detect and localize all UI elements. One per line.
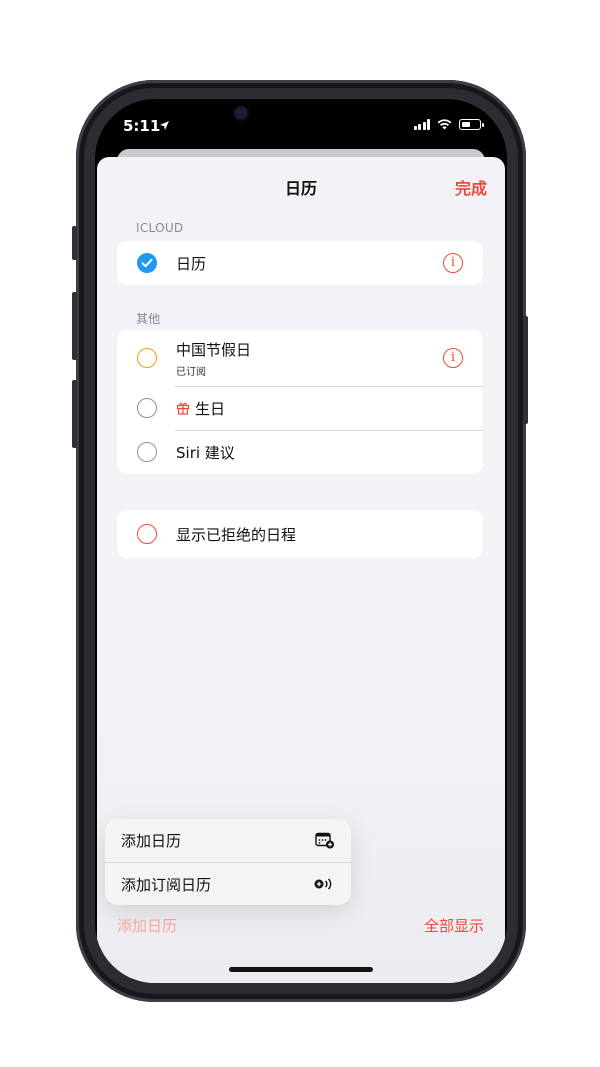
page-title: 日历 [284, 179, 317, 198]
subscribe-broadcast-icon [314, 878, 332, 890]
gift-icon [176, 402, 190, 415]
other-group: 中国节假日 已订阅 i 生日 Siri 建议 [117, 330, 483, 474]
calendar-row-icloud[interactable]: 日历 i [117, 241, 483, 285]
unchecked-circle-icon[interactable] [137, 524, 157, 544]
menu-item-label: 添加日历 [121, 832, 182, 850]
show-declined-row[interactable]: 显示已拒绝的日程 [117, 510, 483, 558]
calendar-row-siri-suggestions[interactable]: Siri 建议 [117, 430, 483, 474]
show-declined-label: 显示已拒绝的日程 [176, 525, 297, 544]
calendar-subtitle: 已订阅 [176, 367, 206, 378]
unchecked-circle-icon[interactable] [137, 348, 157, 368]
declined-group: 显示已拒绝的日程 [117, 510, 483, 558]
section-header-icloud: ICLOUD [136, 221, 184, 235]
calendar-add-icon [315, 832, 334, 849]
battery-icon [459, 119, 484, 130]
menu-item-label: 添加订阅日历 [121, 876, 212, 894]
icloud-group: 日历 i [117, 241, 483, 285]
calendar-label: 中国节假日 [176, 341, 252, 359]
checkmark-icon[interactable] [137, 253, 157, 273]
wifi-icon [437, 119, 452, 130]
info-icon[interactable]: i [443, 253, 463, 273]
volume-down-button [72, 380, 77, 448]
front-camera [235, 107, 247, 119]
menu-item-add-subscription[interactable]: 添加订阅日历 [105, 863, 351, 905]
calendar-row-birthdays[interactable]: 生日 [117, 386, 483, 430]
unchecked-circle-icon[interactable] [137, 442, 157, 462]
info-icon[interactable]: i [443, 348, 463, 368]
add-calendar-menu: 添加日历 添加订阅日历 [105, 819, 351, 905]
cellular-signal-icon [413, 119, 430, 130]
menu-item-add-calendar[interactable]: 添加日历 [105, 819, 351, 862]
calendars-sheet: 日历 完成 ICLOUD 日历 i 其他 中国节假日 已订阅 i 生日 Siri… [97, 157, 505, 983]
status-time: 5:11 [123, 117, 161, 135]
unchecked-circle-icon[interactable] [137, 398, 157, 418]
section-header-other: 其他 [136, 312, 161, 326]
add-calendar-button[interactable]: 添加日历 [117, 915, 177, 936]
power-button [523, 316, 528, 424]
volume-up-button [72, 292, 77, 360]
status-bar: 5:11 [95, 99, 507, 151]
screen: 5:11 日历 完成 ICLOUD 日历 i 其他 中国节假日 已订阅 i 生日… [95, 99, 507, 983]
calendar-label: 日历 [176, 254, 207, 273]
show-all-button[interactable]: 全部显示 [424, 915, 484, 936]
calendar-row-holidays[interactable]: 中国节假日 已订阅 i [117, 330, 483, 386]
home-indicator[interactable] [229, 967, 373, 972]
location-arrow-icon [160, 121, 169, 130]
calendar-label: 生日 [195, 399, 226, 418]
done-button[interactable]: 完成 [455, 175, 487, 199]
mute-switch [72, 226, 77, 260]
calendar-label: Siri 建议 [176, 443, 235, 462]
